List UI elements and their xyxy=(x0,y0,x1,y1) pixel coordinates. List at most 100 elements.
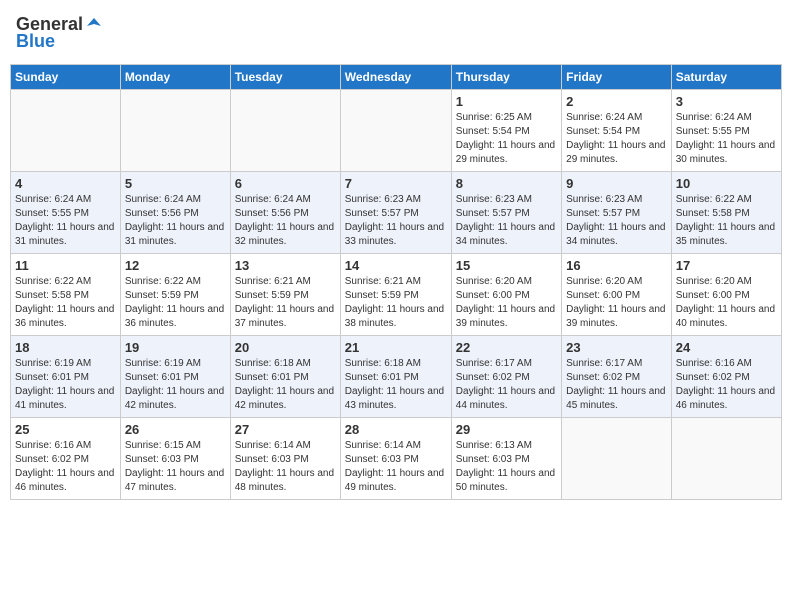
cell-info-text: Sunrise: 6:24 AM Sunset: 5:54 PM Dayligh… xyxy=(566,111,667,167)
logo-blue-text: Blue xyxy=(16,31,55,52)
calendar-cell: 3 Sunrise: 6:24 AM Sunset: 5:55 PM Daylig… xyxy=(671,90,781,172)
page-header: General Blue xyxy=(10,10,782,56)
calendar-cell: 17 Sunrise: 6:20 AM Sunset: 6:00 PM Dayli… xyxy=(671,254,781,336)
weekday-header-tuesday: Tuesday xyxy=(230,65,340,90)
cell-info-text: Sunrise: 6:25 AM Sunset: 5:54 PM Dayligh… xyxy=(456,111,557,167)
calendar-cell xyxy=(671,418,781,500)
cell-day-number: 13 xyxy=(235,258,336,273)
cell-day-number: 14 xyxy=(345,258,447,273)
calendar-cell: 23 Sunrise: 6:17 AM Sunset: 6:02 PM Dayli… xyxy=(562,336,672,418)
cell-info-text: Sunrise: 6:21 AM Sunset: 5:59 PM Dayligh… xyxy=(345,275,447,331)
calendar-cell: 28 Sunrise: 6:14 AM Sunset: 6:03 PM Dayli… xyxy=(340,418,451,500)
calendar-cell: 5 Sunrise: 6:24 AM Sunset: 5:56 PM Daylig… xyxy=(120,172,230,254)
cell-day-number: 1 xyxy=(456,94,557,109)
cell-day-number: 2 xyxy=(566,94,667,109)
cell-info-text: Sunrise: 6:19 AM Sunset: 6:01 PM Dayligh… xyxy=(125,357,226,413)
calendar-cell: 24 Sunrise: 6:16 AM Sunset: 6:02 PM Dayli… xyxy=(671,336,781,418)
calendar-cell: 11 Sunrise: 6:22 AM Sunset: 5:58 PM Dayli… xyxy=(11,254,121,336)
cell-day-number: 24 xyxy=(676,340,777,355)
cell-day-number: 8 xyxy=(456,176,557,191)
calendar-cell: 29 Sunrise: 6:13 AM Sunset: 6:03 PM Dayli… xyxy=(451,418,561,500)
cell-info-text: Sunrise: 6:16 AM Sunset: 6:02 PM Dayligh… xyxy=(15,439,116,495)
cell-day-number: 6 xyxy=(235,176,336,191)
cell-day-number: 19 xyxy=(125,340,226,355)
cell-day-number: 12 xyxy=(125,258,226,273)
cell-info-text: Sunrise: 6:24 AM Sunset: 5:56 PM Dayligh… xyxy=(125,193,226,249)
calendar-week-row: 4Sunrise: 6:24 AM Sunset: 5:55 PM Daylig… xyxy=(11,172,782,254)
calendar-cell: 16 Sunrise: 6:20 AM Sunset: 6:00 PM Dayli… xyxy=(562,254,672,336)
calendar-week-row: 11 Sunrise: 6:22 AM Sunset: 5:58 PM Dayli… xyxy=(11,254,782,336)
calendar-table: SundayMondayTuesdayWednesdayThursdayFrid… xyxy=(10,64,782,500)
cell-day-number: 26 xyxy=(125,422,226,437)
cell-day-number: 10 xyxy=(676,176,777,191)
calendar-cell: 26 Sunrise: 6:15 AM Sunset: 6:03 PM Dayli… xyxy=(120,418,230,500)
cell-day-number: 23 xyxy=(566,340,667,355)
calendar-cell: 12 Sunrise: 6:22 AM Sunset: 5:59 PM Dayli… xyxy=(120,254,230,336)
cell-info-text: Sunrise: 6:14 AM Sunset: 6:03 PM Dayligh… xyxy=(345,439,447,495)
cell-info-text: Sunrise: 6:17 AM Sunset: 6:02 PM Dayligh… xyxy=(566,357,667,413)
cell-day-number: 11 xyxy=(15,258,116,273)
logo-bird-icon xyxy=(85,16,103,34)
calendar-cell xyxy=(340,90,451,172)
cell-info-text: Sunrise: 6:23 AM Sunset: 5:57 PM Dayligh… xyxy=(345,193,447,249)
cell-day-number: 18 xyxy=(15,340,116,355)
calendar-cell: 6Sunrise: 6:24 AM Sunset: 5:56 PM Daylig… xyxy=(230,172,340,254)
calendar-cell: 19 Sunrise: 6:19 AM Sunset: 6:01 PM Dayli… xyxy=(120,336,230,418)
calendar-cell: 4Sunrise: 6:24 AM Sunset: 5:55 PM Daylig… xyxy=(11,172,121,254)
cell-day-number: 22 xyxy=(456,340,557,355)
cell-day-number: 9 xyxy=(566,176,667,191)
cell-info-text: Sunrise: 6:19 AM Sunset: 6:01 PM Dayligh… xyxy=(15,357,116,413)
cell-info-text: Sunrise: 6:20 AM Sunset: 6:00 PM Dayligh… xyxy=(676,275,777,331)
calendar-week-row: 25 Sunrise: 6:16 AM Sunset: 6:02 PM Dayli… xyxy=(11,418,782,500)
calendar-cell xyxy=(562,418,672,500)
weekday-header-saturday: Saturday xyxy=(671,65,781,90)
cell-day-number: 7 xyxy=(345,176,447,191)
cell-info-text: Sunrise: 6:18 AM Sunset: 6:01 PM Dayligh… xyxy=(235,357,336,413)
calendar-cell: 2 Sunrise: 6:24 AM Sunset: 5:54 PM Daylig… xyxy=(562,90,672,172)
cell-day-number: 28 xyxy=(345,422,447,437)
cell-info-text: Sunrise: 6:20 AM Sunset: 6:00 PM Dayligh… xyxy=(566,275,667,331)
calendar-cell xyxy=(11,90,121,172)
cell-day-number: 5 xyxy=(125,176,226,191)
cell-day-number: 17 xyxy=(676,258,777,273)
cell-info-text: Sunrise: 6:24 AM Sunset: 5:55 PM Dayligh… xyxy=(676,111,777,167)
calendar-week-row: 18 Sunrise: 6:19 AM Sunset: 6:01 PM Dayli… xyxy=(11,336,782,418)
cell-info-text: Sunrise: 6:15 AM Sunset: 6:03 PM Dayligh… xyxy=(125,439,226,495)
calendar-cell: 13 Sunrise: 6:21 AM Sunset: 5:59 PM Dayli… xyxy=(230,254,340,336)
cell-info-text: Sunrise: 6:22 AM Sunset: 5:59 PM Dayligh… xyxy=(125,275,226,331)
calendar-cell: 1 Sunrise: 6:25 AM Sunset: 5:54 PM Daylig… xyxy=(451,90,561,172)
cell-info-text: Sunrise: 6:22 AM Sunset: 5:58 PM Dayligh… xyxy=(676,193,777,249)
calendar-cell: 14 Sunrise: 6:21 AM Sunset: 5:59 PM Dayli… xyxy=(340,254,451,336)
cell-info-text: Sunrise: 6:21 AM Sunset: 5:59 PM Dayligh… xyxy=(235,275,336,331)
weekday-header-wednesday: Wednesday xyxy=(340,65,451,90)
weekday-header-row: SundayMondayTuesdayWednesdayThursdayFrid… xyxy=(11,65,782,90)
cell-day-number: 16 xyxy=(566,258,667,273)
cell-info-text: Sunrise: 6:14 AM Sunset: 6:03 PM Dayligh… xyxy=(235,439,336,495)
cell-day-number: 21 xyxy=(345,340,447,355)
calendar-cell xyxy=(120,90,230,172)
weekday-header-thursday: Thursday xyxy=(451,65,561,90)
cell-info-text: Sunrise: 6:22 AM Sunset: 5:58 PM Dayligh… xyxy=(15,275,116,331)
calendar-cell: 20Sunrise: 6:18 AM Sunset: 6:01 PM Dayli… xyxy=(230,336,340,418)
calendar-cell: 21Sunrise: 6:18 AM Sunset: 6:01 PM Dayli… xyxy=(340,336,451,418)
cell-day-number: 15 xyxy=(456,258,557,273)
calendar-cell: 8Sunrise: 6:23 AM Sunset: 5:57 PM Daylig… xyxy=(451,172,561,254)
cell-info-text: Sunrise: 6:13 AM Sunset: 6:03 PM Dayligh… xyxy=(456,439,557,495)
calendar-cell: 9 Sunrise: 6:23 AM Sunset: 5:57 PM Daylig… xyxy=(562,172,672,254)
calendar-cell: 18 Sunrise: 6:19 AM Sunset: 6:01 PM Dayli… xyxy=(11,336,121,418)
weekday-header-friday: Friday xyxy=(562,65,672,90)
cell-info-text: Sunrise: 6:16 AM Sunset: 6:02 PM Dayligh… xyxy=(676,357,777,413)
calendar-cell: 10 Sunrise: 6:22 AM Sunset: 5:58 PM Dayli… xyxy=(671,172,781,254)
cell-info-text: Sunrise: 6:24 AM Sunset: 5:55 PM Dayligh… xyxy=(15,193,116,249)
calendar-cell: 15Sunrise: 6:20 AM Sunset: 6:00 PM Dayli… xyxy=(451,254,561,336)
cell-day-number: 25 xyxy=(15,422,116,437)
weekday-header-sunday: Sunday xyxy=(11,65,121,90)
cell-info-text: Sunrise: 6:23 AM Sunset: 5:57 PM Dayligh… xyxy=(566,193,667,249)
cell-info-text: Sunrise: 6:17 AM Sunset: 6:02 PM Dayligh… xyxy=(456,357,557,413)
calendar-cell: 7 Sunrise: 6:23 AM Sunset: 5:57 PM Daylig… xyxy=(340,172,451,254)
calendar-cell xyxy=(230,90,340,172)
weekday-header-monday: Monday xyxy=(120,65,230,90)
cell-day-number: 29 xyxy=(456,422,557,437)
calendar-cell: 25 Sunrise: 6:16 AM Sunset: 6:02 PM Dayli… xyxy=(11,418,121,500)
cell-day-number: 3 xyxy=(676,94,777,109)
